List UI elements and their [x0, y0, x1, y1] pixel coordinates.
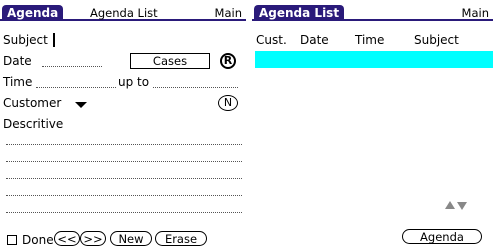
done-label: Done: [22, 233, 54, 247]
done-checkbox[interactable]: [7, 235, 17, 245]
date-field[interactable]: [42, 66, 102, 67]
descriptive-line: [6, 144, 242, 145]
next-button[interactable]: >>: [80, 231, 106, 246]
subject-input[interactable]: [53, 33, 55, 47]
agenda-title[interactable]: Agenda: [2, 5, 64, 21]
descriptive-label: Descritive: [3, 117, 64, 131]
menu-main[interactable]: Main: [215, 6, 242, 20]
subject-label: Subject: [3, 33, 48, 47]
customer-dropdown-icon[interactable]: [75, 102, 87, 108]
prev-button[interactable]: <<: [54, 231, 80, 246]
descriptive-line: [6, 178, 242, 179]
agenda-screen: Agenda Agenda List Main Subject Date Cas…: [0, 0, 246, 247]
selected-list-row[interactable]: [255, 51, 493, 68]
customer-label: Customer: [3, 96, 62, 110]
erase-button[interactable]: Erase: [155, 231, 207, 246]
descriptive-line: [6, 195, 242, 196]
menu-agenda-list[interactable]: Agenda List: [90, 6, 158, 20]
scroll-down-icon[interactable]: [457, 202, 467, 210]
date-label: Date: [3, 54, 32, 68]
time-label: Time: [3, 75, 33, 89]
up-to-label: up to: [118, 75, 150, 89]
agenda-list-screen: Agenda List Main Cust. Date Time Subject…: [252, 0, 493, 247]
descriptive-line: [6, 212, 242, 213]
agenda-button[interactable]: Agenda: [402, 229, 482, 244]
column-header-cust[interactable]: Cust.: [256, 33, 287, 47]
column-header-time[interactable]: Time: [355, 33, 384, 47]
menu-main[interactable]: Main: [462, 6, 489, 20]
time-end-field[interactable]: [153, 87, 238, 88]
agenda-list-title[interactable]: Agenda List: [254, 5, 345, 21]
time-start-field[interactable]: [36, 87, 116, 88]
r-badge[interactable]: R: [220, 53, 236, 69]
column-header-subject[interactable]: Subject: [414, 33, 459, 47]
scroll-up-icon[interactable]: [445, 201, 455, 209]
descriptive-line: [6, 161, 242, 162]
new-button[interactable]: New: [110, 231, 152, 246]
agenda-list-title-bar: Agenda List Main: [252, 0, 493, 21]
agenda-title-bar: Agenda Agenda List Main: [0, 0, 246, 21]
n-badge[interactable]: N: [218, 95, 238, 111]
cases-button[interactable]: Cases: [130, 53, 210, 69]
column-header-date[interactable]: Date: [300, 33, 329, 47]
